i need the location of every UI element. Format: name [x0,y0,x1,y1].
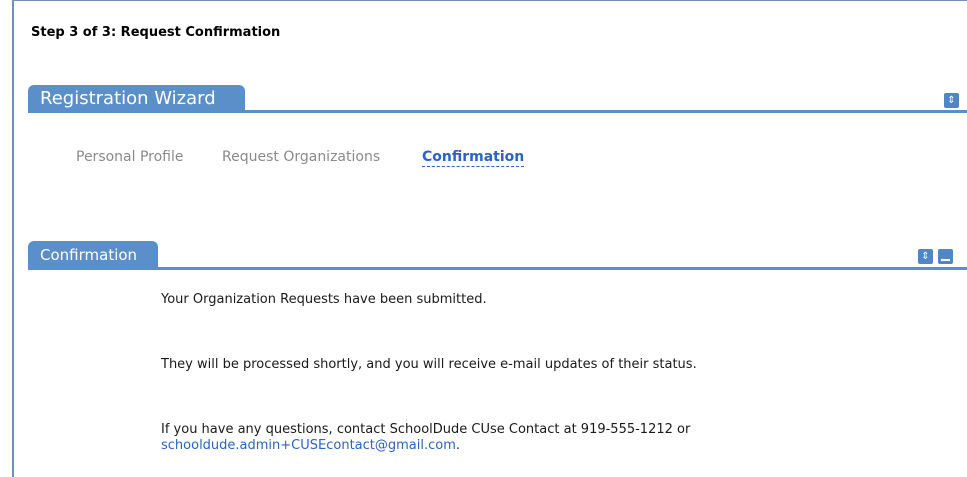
expand-collapse-icon[interactable]: ⇕ [918,249,933,264]
confirmation-panel-header: Confirmation [28,241,967,270]
content-frame [12,0,967,477]
confirmation-header-line [28,267,967,270]
confirmation-message-submitted: Your Organization Requests have been sub… [161,292,487,307]
page-title: Step 3 of 3: Request Confirmation [31,25,281,40]
wizard-panel-header: Registration Wizard [28,85,967,113]
step-personal-profile[interactable]: Personal Profile [76,149,184,165]
minimize-icon[interactable] [938,249,953,264]
wizard-panel-title: Registration Wizard [28,85,245,113]
expand-collapse-icon[interactable]: ⇕ [944,93,959,108]
contact-email-link[interactable]: schooldude.admin+CUSEcontact@gmail.com [161,438,456,453]
step-request-organizations[interactable]: Request Organizations [222,149,380,165]
confirmation-message-contact: If you have any questions, contact Schoo… [161,422,690,454]
confirmation-message-processing: They will be processed shortly, and you … [161,357,697,372]
step-confirmation[interactable]: Confirmation [422,149,525,167]
contact-text: If you have any questions, contact Schoo… [161,422,691,437]
contact-period: . [455,438,461,453]
confirmation-panel-title: Confirmation [28,241,158,270]
